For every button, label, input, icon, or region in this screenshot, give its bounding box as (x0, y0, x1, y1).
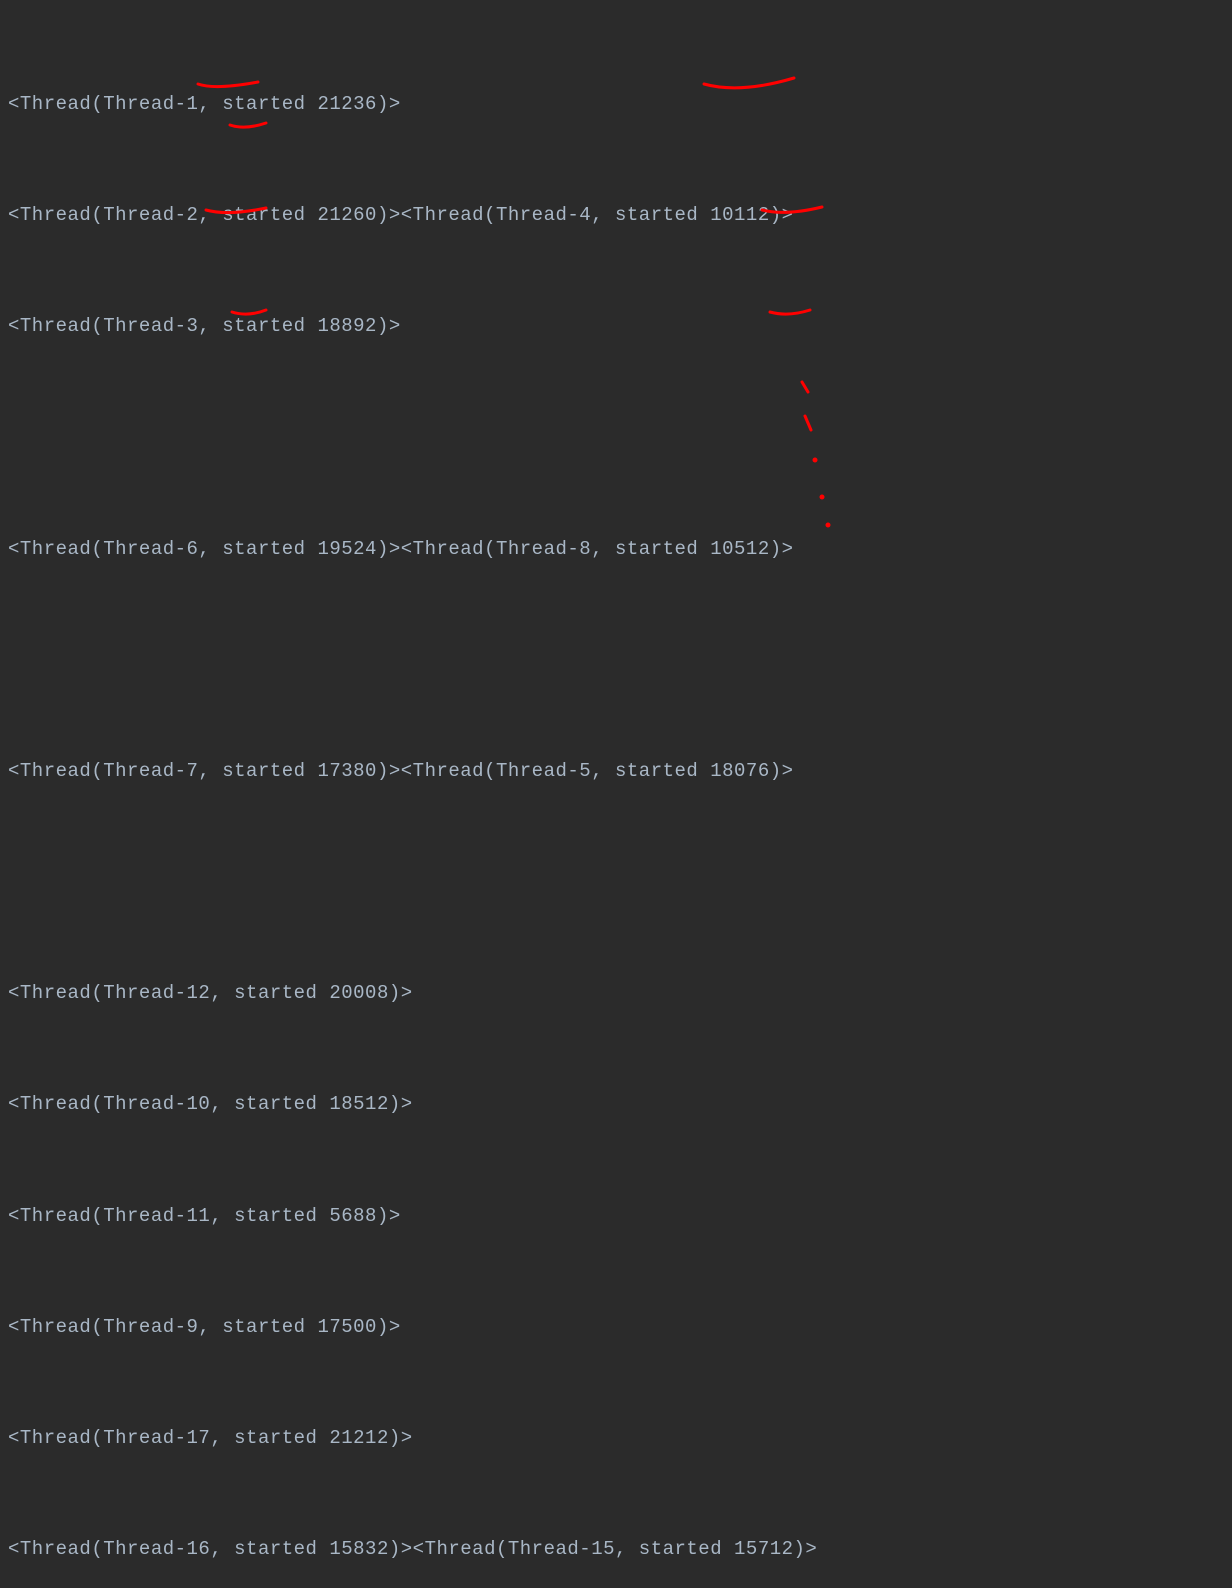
output-line: <Thread(Thread-3, started 18892)> (8, 308, 1224, 345)
output-line (8, 420, 1224, 457)
output-line (8, 642, 1224, 679)
output-line: <Thread(Thread-1, started 21236)> (8, 86, 1224, 123)
output-line: <Thread(Thread-2, started 21260)><Thread… (8, 197, 1224, 234)
output-line: <Thread(Thread-17, started 21212)> (8, 1420, 1224, 1457)
output-line (8, 864, 1224, 901)
output-line: <Thread(Thread-16, started 15832)><Threa… (8, 1531, 1224, 1568)
output-line: <Thread(Thread-6, started 19524)><Thread… (8, 531, 1224, 568)
output-line: <Thread(Thread-9, started 17500)> (8, 1309, 1224, 1346)
terminal-output: <Thread(Thread-1, started 21236)> <Threa… (8, 12, 1224, 1588)
output-line: <Thread(Thread-11, started 5688)> (8, 1198, 1224, 1235)
output-line: <Thread(Thread-7, started 17380)><Thread… (8, 753, 1224, 790)
output-line: <Thread(Thread-10, started 18512)> (8, 1086, 1224, 1123)
output-line: <Thread(Thread-12, started 20008)> (8, 975, 1224, 1012)
